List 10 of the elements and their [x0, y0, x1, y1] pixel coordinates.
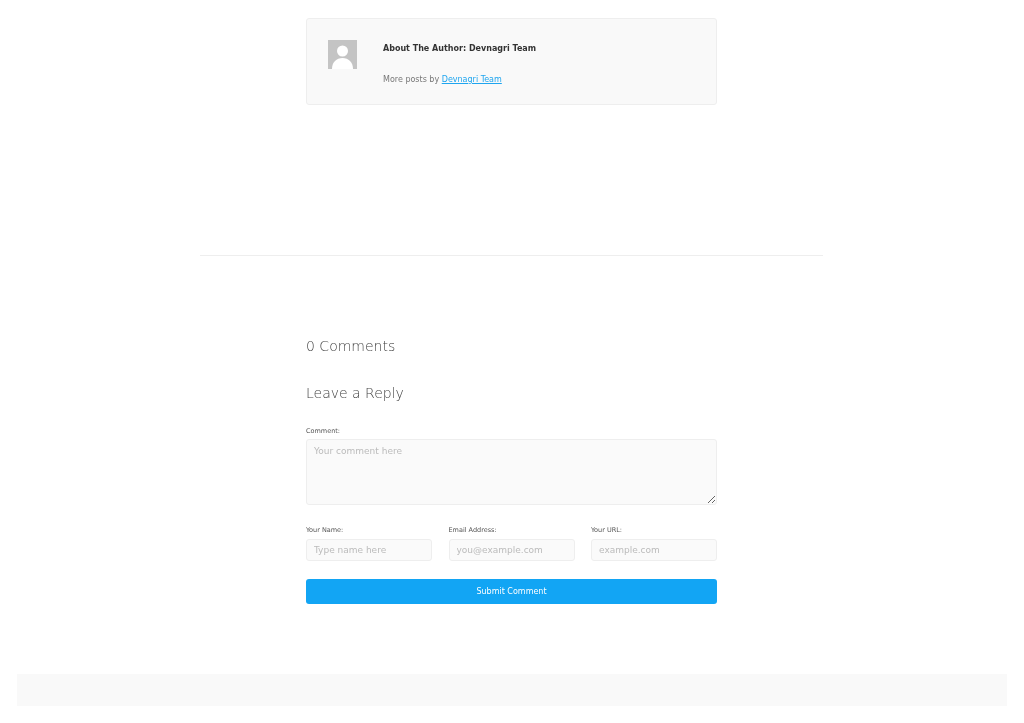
author-title: About The Author: Devnagri Team	[383, 43, 537, 55]
author-link[interactable]: Devnagri Team	[441, 75, 502, 84]
input-field[interactable]: you@example.com	[448, 539, 575, 562]
submit-button[interactable]: Submit Comment	[306, 579, 717, 605]
comments-heading: 0 Comments	[306, 338, 397, 355]
reply-heading: Leave a Reply	[306, 384, 405, 402]
input-field[interactable]: Type name here	[306, 539, 432, 562]
input-field[interactable]: example.com	[591, 539, 717, 562]
avatar-icon	[328, 40, 357, 69]
more-posts-text: More posts by Devnagri Team	[383, 74, 503, 86]
